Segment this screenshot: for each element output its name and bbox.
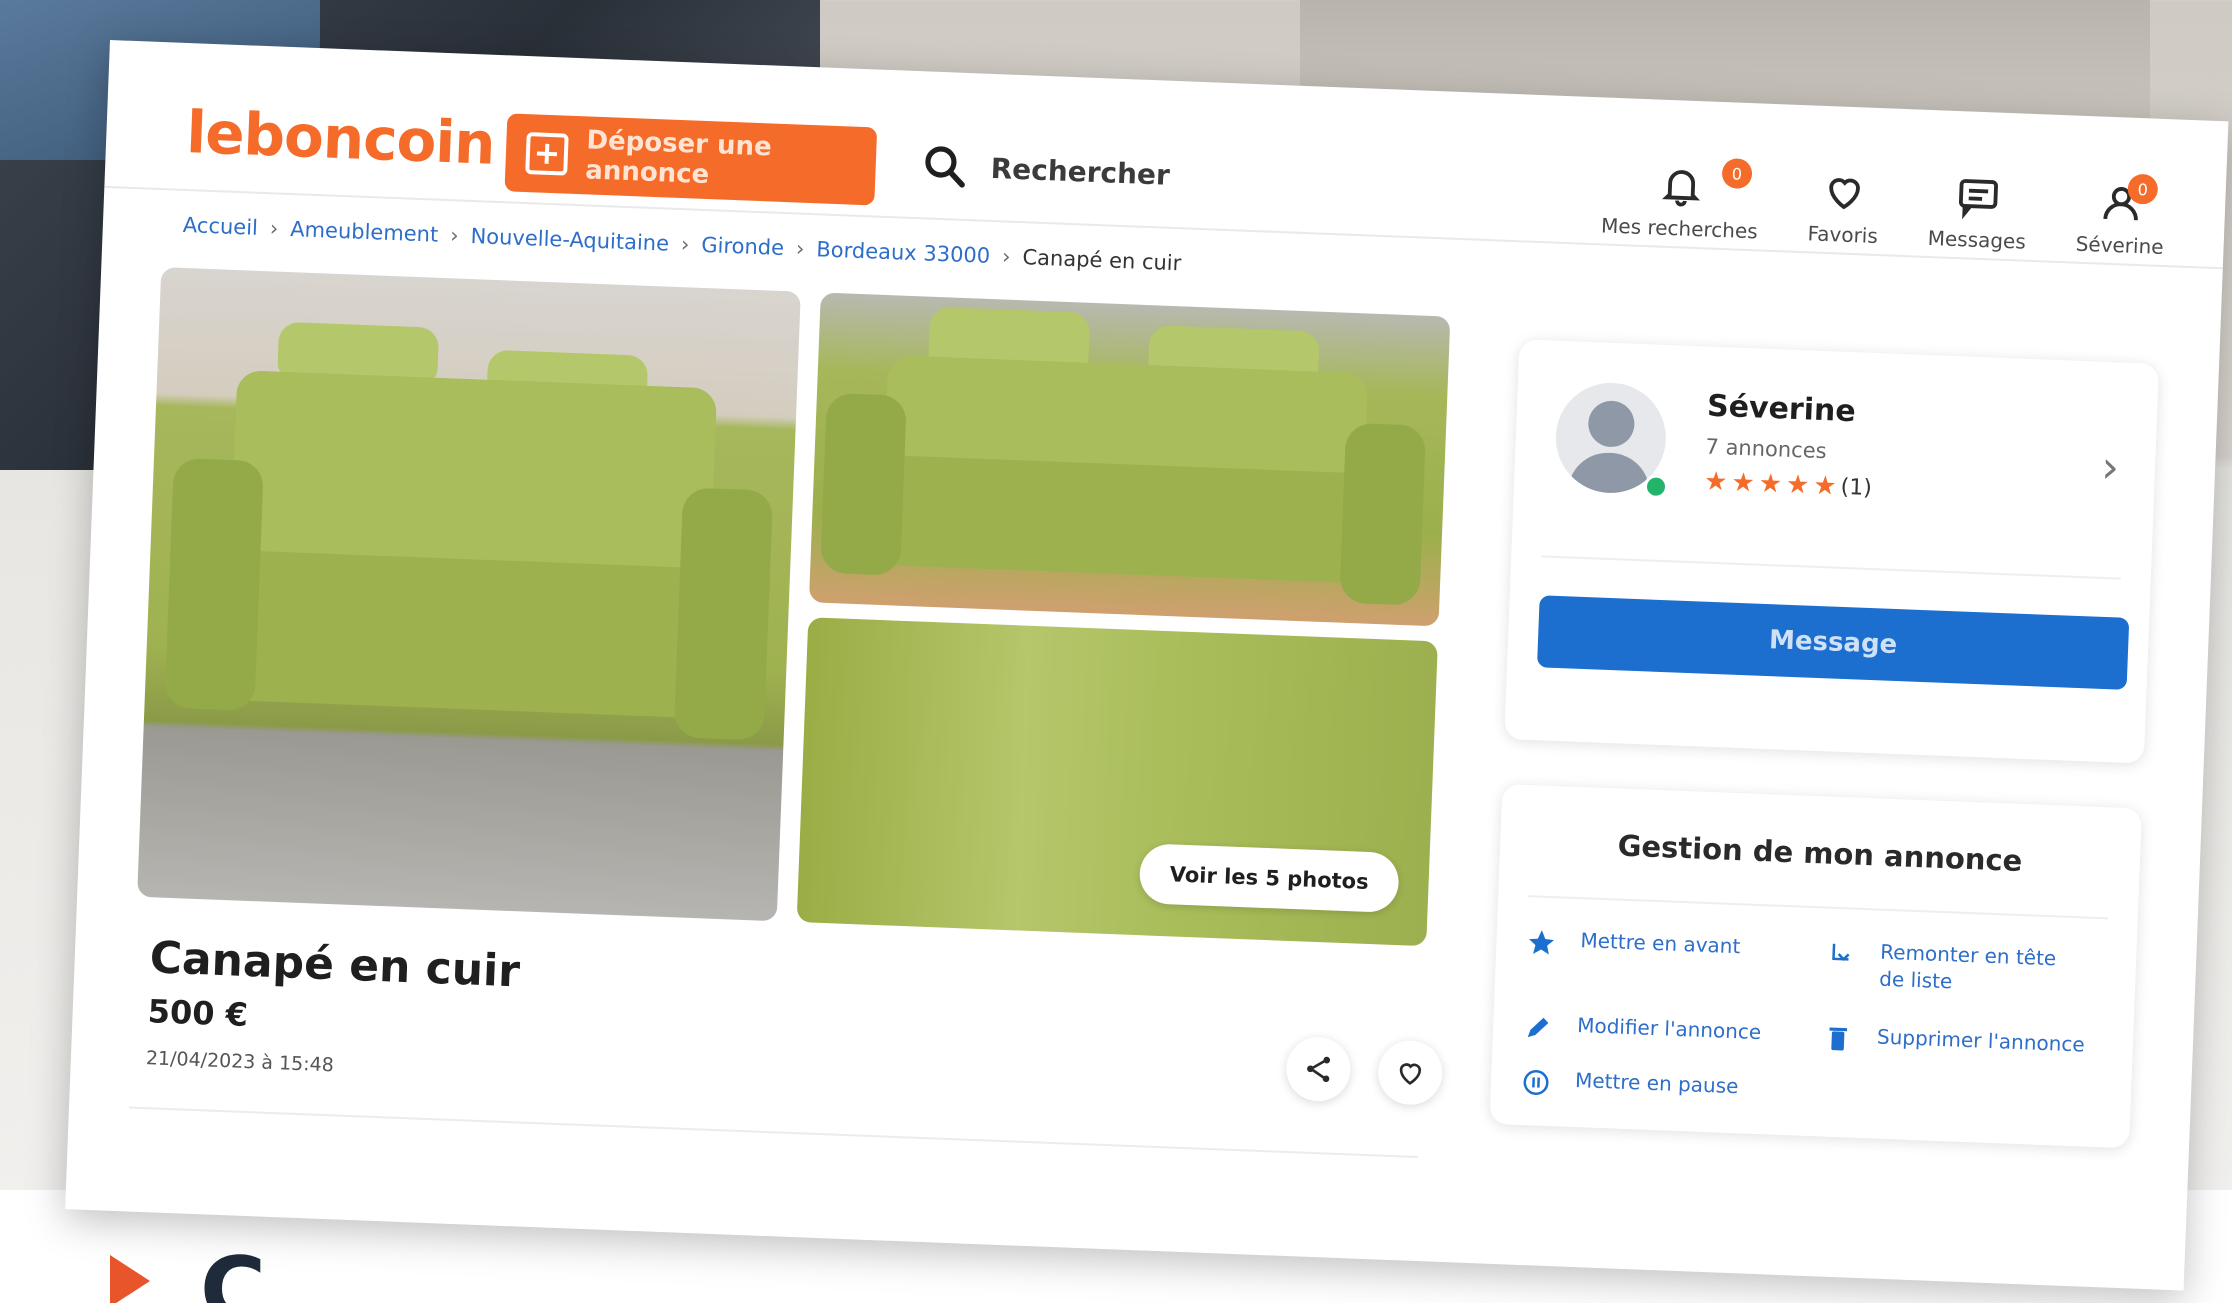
breadcrumb-link[interactable]: Ameublement bbox=[290, 217, 439, 247]
sofa-seat bbox=[870, 454, 1365, 584]
photo-tertiary[interactable]: Voir les 5 photos bbox=[796, 617, 1438, 947]
star-icon: ★ bbox=[1730, 467, 1756, 499]
bump-ad-link[interactable]: Remonter en tête de liste bbox=[1825, 937, 2087, 1001]
view-all-photos-button[interactable]: Voir les 5 photos bbox=[1138, 843, 1400, 914]
breadcrumb-link[interactable]: Nouvelle-Aquitaine bbox=[470, 224, 669, 256]
up-icon bbox=[1832, 943, 1850, 961]
deposit-ad-label: Déposer une annonce bbox=[584, 125, 773, 191]
breadcrumb-sep: › bbox=[449, 223, 460, 248]
sofa-arm bbox=[1339, 422, 1427, 606]
search-label: Rechercher bbox=[990, 151, 1171, 192]
sofa-arm bbox=[164, 457, 264, 712]
play-icon bbox=[110, 1255, 150, 1303]
card-divider bbox=[1528, 895, 2108, 920]
nav-my-searches[interactable]: 0 Mes recherches bbox=[1600, 157, 1760, 244]
ad-date: 21/04/2023 à 15:48 bbox=[145, 1047, 335, 1077]
breadcrumb-sep: › bbox=[269, 216, 279, 241]
breadcrumb-link[interactable]: Gironde bbox=[701, 233, 785, 260]
delete-ad-link[interactable]: Supprimer l'annonce bbox=[1822, 1022, 2103, 1065]
nav-label: Favoris bbox=[1807, 221, 1879, 248]
delete-ad-label: Supprimer l'annonce bbox=[1876, 1024, 2086, 1057]
manage-ad-card: Gestion de mon annonce Mettre en avant R… bbox=[1489, 784, 2142, 1149]
manage-title: Gestion de mon annonce bbox=[1617, 828, 2023, 879]
nav-favorites[interactable]: Favoris bbox=[1807, 167, 1880, 248]
ad-price: 500 € bbox=[147, 992, 249, 1034]
share-button[interactable] bbox=[1285, 1035, 1352, 1103]
search-button[interactable]: Rechercher bbox=[920, 141, 1171, 199]
pencil-icon bbox=[1527, 1017, 1549, 1038]
browser-screen: leboncoin Déposer une annonce Rechercher… bbox=[65, 40, 2229, 1291]
nav-label: Mes recherches bbox=[1600, 213, 1759, 244]
bell-icon bbox=[1661, 170, 1700, 207]
site-logo[interactable]: leboncoin bbox=[185, 98, 496, 178]
star-icon: ★ bbox=[1812, 470, 1838, 502]
lower-letter: C bbox=[200, 1238, 267, 1303]
breadcrumb-sep: › bbox=[795, 236, 805, 261]
seller-name[interactable]: Séverine bbox=[1706, 389, 1856, 430]
photo-main[interactable] bbox=[137, 267, 801, 922]
edit-ad-label: Modifier l'annonce bbox=[1576, 1013, 1762, 1045]
nav-account[interactable]: 0 Séverine bbox=[2075, 173, 2166, 259]
seller-card: Séverine 7 annonces ★ ★ ★ ★ ★ (1) › Mess… bbox=[1504, 339, 2160, 764]
star-icon: ★ bbox=[1785, 469, 1810, 501]
seller-rating: ★ ★ ★ ★ ★ (1) bbox=[1703, 466, 1873, 502]
favorite-button[interactable] bbox=[1377, 1039, 1444, 1106]
message-button[interactable]: Message bbox=[1536, 595, 2130, 690]
plus-square-icon bbox=[525, 132, 569, 176]
bump-ad-label: Remonter en tête de liste bbox=[1878, 939, 2057, 994]
breadcrumb-sep: › bbox=[1001, 244, 1012, 269]
pause-ad-label: Mettre en pause bbox=[1574, 1068, 1739, 1099]
ad-title: Canapé en cuir bbox=[148, 932, 521, 998]
breadcrumb-link[interactable]: Bordeaux 33000 bbox=[816, 237, 991, 268]
promote-ad-label: Mettre en avant bbox=[1580, 928, 1741, 959]
heart-icon bbox=[1399, 1063, 1422, 1085]
breadcrumb-current: Canapé en cuir bbox=[1022, 245, 1182, 276]
chevron-right-icon[interactable]: › bbox=[2100, 442, 2120, 494]
online-status-dot bbox=[1643, 474, 1669, 500]
nav-messages[interactable]: Messages bbox=[1927, 172, 2028, 254]
nav-label: Séverine bbox=[2075, 231, 2165, 259]
promote-ad-link[interactable]: Mettre en avant bbox=[1526, 925, 1757, 966]
star-icon: ★ bbox=[1703, 466, 1729, 498]
deposit-ad-button[interactable]: Déposer une annonce bbox=[504, 113, 878, 206]
photo-gallery: Voir les 5 photos bbox=[137, 267, 1451, 947]
searches-badge: 0 bbox=[1721, 157, 1753, 190]
star-icon: ★ bbox=[1758, 468, 1783, 500]
heart-icon bbox=[1829, 178, 1860, 210]
pause-icon bbox=[1523, 1070, 1549, 1096]
nav-label: Messages bbox=[1927, 225, 2027, 254]
photo-secondary[interactable] bbox=[808, 292, 1451, 627]
pause-ad-link[interactable]: Mettre en pause bbox=[1520, 1065, 1791, 1107]
account-badge: 0 bbox=[2127, 173, 2159, 205]
sofa-arm bbox=[673, 487, 774, 741]
star-icon bbox=[1529, 930, 1555, 955]
header-nav: 0 Mes recherches Favoris Messages 0 Séve… bbox=[1600, 157, 2166, 259]
card-divider bbox=[1541, 555, 2121, 580]
rating-count: (1) bbox=[1840, 474, 1873, 501]
breadcrumb-sep: › bbox=[680, 232, 690, 257]
share-icon bbox=[1307, 1056, 1331, 1083]
sofa-seat bbox=[214, 549, 701, 718]
trash-icon bbox=[1829, 1027, 1848, 1051]
ad-actions bbox=[1285, 1035, 1444, 1106]
edit-ad-link[interactable]: Modifier l'annonce bbox=[1523, 1010, 1794, 1052]
message-icon bbox=[1959, 179, 1999, 220]
search-icon bbox=[925, 146, 965, 188]
breadcrumb-link[interactable]: Accueil bbox=[182, 213, 258, 240]
info-divider bbox=[128, 1106, 1419, 1159]
seller-ads-count: 7 annonces bbox=[1705, 434, 1828, 464]
sofa-arm bbox=[820, 392, 907, 576]
